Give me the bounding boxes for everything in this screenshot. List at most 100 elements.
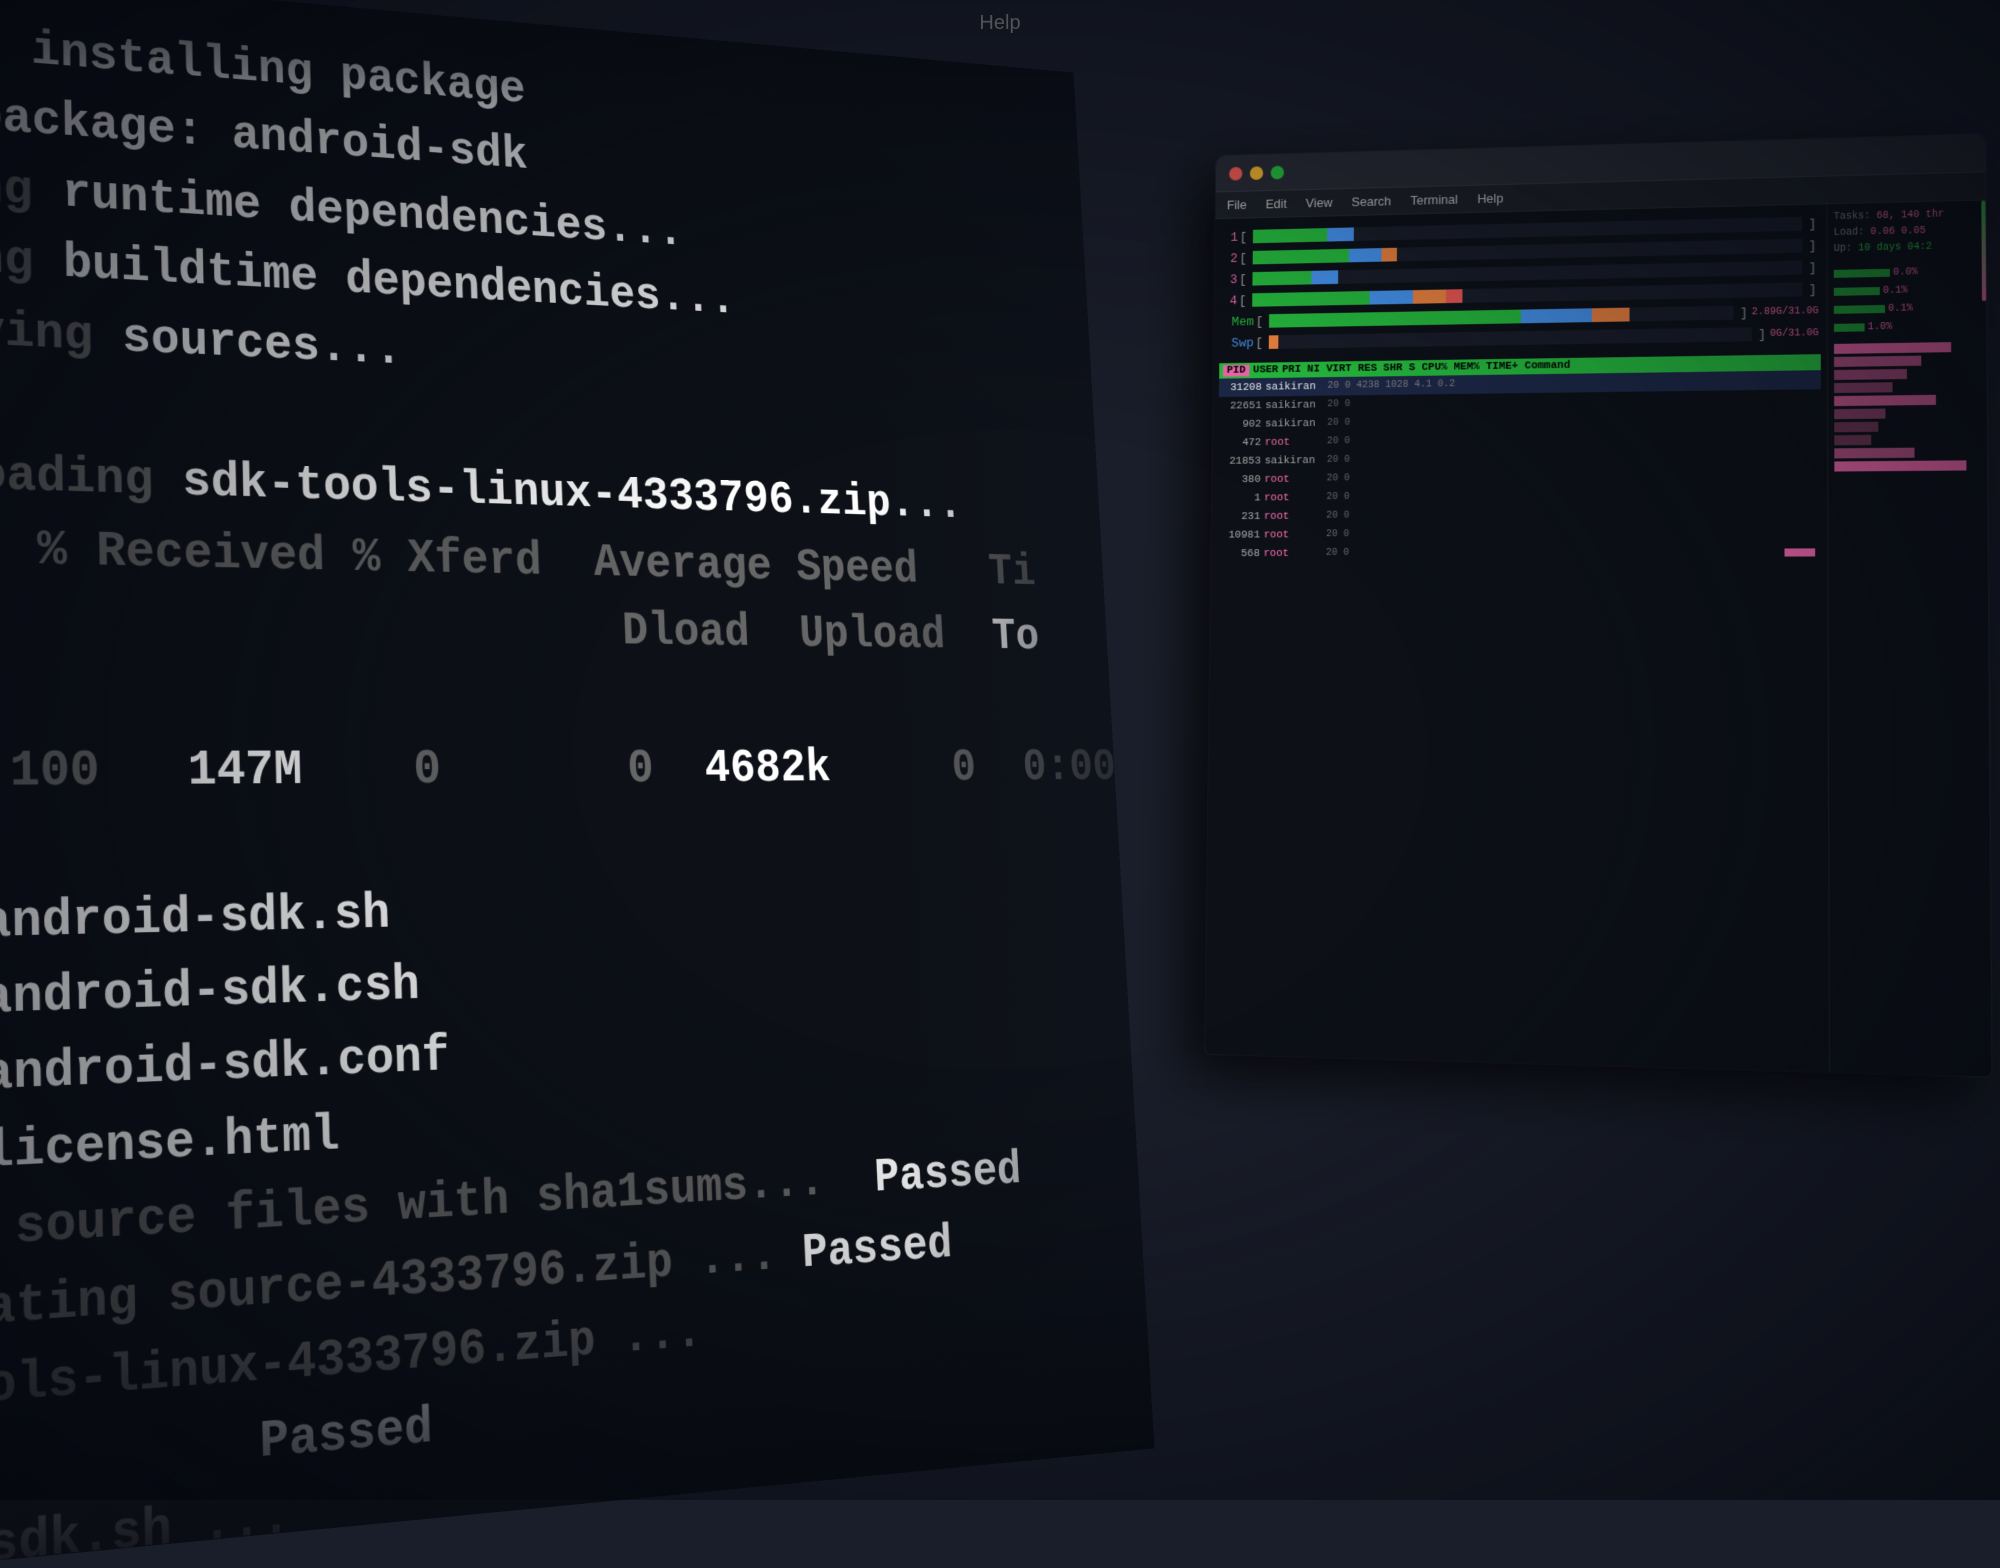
proc-row-568: 568 root 20 0 [1217, 542, 1821, 563]
proc-21853-user: saikiran [1265, 455, 1327, 467]
mini-bar-val-2: 0.1% [1883, 285, 1908, 297]
help-menu-label: Help [979, 12, 1020, 35]
proc-231-pid: 231 [1221, 511, 1264, 523]
cpu2-bracket-close: ] [1808, 238, 1816, 253]
proc-accent-10 [1834, 460, 1966, 471]
cpu2-bracket-open: [ [1239, 251, 1247, 266]
mini-bar-fill-3 [1834, 305, 1885, 314]
mini-bar-val-3: 0.1% [1888, 303, 1913, 314]
proc-1-nums: 20 0 [1326, 489, 1817, 503]
proc-accent-1 [1834, 342, 1951, 354]
proc-21853-nums: 20 0 [1327, 451, 1817, 466]
maximize-button[interactable] [1271, 165, 1284, 179]
swp-bracket-open: [ [1255, 335, 1263, 350]
mem-bracket-open: [ [1256, 314, 1264, 329]
terminal-content-area: 1 [ ] 2 [ ] 3 [ [1205, 200, 1991, 1076]
proc-10981-pid: 10981 [1221, 529, 1264, 541]
cpu4-bracket-open: [ [1239, 293, 1247, 308]
background-terminal: installing package package: android-sdk … [0, 0, 1154, 1567]
mem-value: 2.89G/31.0G [1752, 306, 1819, 318]
load-value: 0.06 0.05 [1870, 226, 1925, 238]
proc-22651-pid: 22651 [1222, 400, 1265, 412]
cpu1-label: 1 [1223, 230, 1238, 245]
proc-accent-7 [1834, 422, 1878, 433]
proc-accent-9 [1834, 448, 1914, 459]
mini-bar-3: 0.1% [1834, 299, 1980, 318]
mini-bar-1: 0.0% [1834, 263, 1980, 282]
menu-help[interactable]: Help [1477, 191, 1503, 206]
proc-22651-user: saikiran [1265, 399, 1327, 411]
tasks-value: 68, 140 thr [1876, 209, 1944, 222]
proc-902-nums: 20 0 [1327, 412, 1817, 428]
cpu3-label: 3 [1222, 272, 1237, 287]
foreground-terminal: File Edit View Search Terminal Help 1 [ … [1205, 134, 1991, 1076]
proc-accent-8 [1834, 435, 1870, 445]
uptime-value: 10 days 04:2 [1858, 242, 1932, 255]
swp-bar [1269, 327, 1752, 349]
menu-view[interactable]: View [1306, 195, 1333, 210]
proc-568-nums: 20 0 [1326, 546, 1785, 558]
proc-380-pid: 380 [1222, 474, 1265, 486]
stat-uptime: Up: 10 days 04:2 [1834, 239, 1980, 258]
proc-380-nums: 20 0 [1327, 470, 1817, 485]
minimize-button[interactable] [1250, 166, 1263, 180]
htop-content: 1 [ ] 2 [ ] 3 [ [1205, 204, 1829, 1072]
menu-terminal[interactable]: Terminal [1410, 192, 1458, 208]
mini-bar-fill-1 [1834, 269, 1890, 278]
proc-31208-pid: 31208 [1223, 381, 1266, 393]
proc-472-user: root [1265, 436, 1327, 448]
proc-accent-6 [1834, 409, 1885, 420]
col-user: USER [1253, 364, 1278, 376]
mini-bar-fill-2 [1834, 287, 1880, 296]
proc-568-user: root [1264, 547, 1326, 559]
cpu1-bracket-open: [ [1240, 229, 1248, 244]
mem-label: Mem [1222, 314, 1254, 329]
bg-terminal-text: installing package package: android-sdk … [0, 10, 1126, 1567]
swp-bracket-close: ] [1758, 327, 1766, 342]
cpu4-label: 4 [1222, 293, 1237, 308]
proc-accent-2 [1834, 356, 1921, 367]
proc-231-nums: 20 0 [1326, 508, 1817, 522]
proc-472-pid: 472 [1222, 437, 1265, 449]
proc-bar-accents [1834, 342, 1981, 475]
proc-31208-nums: 20 0 4238 1028 4.1 0.2 [1327, 374, 1816, 392]
mini-bar-fill-4 [1834, 323, 1865, 332]
mini-bar-4: 1.0% [1834, 317, 1980, 336]
proc-231-user: root [1264, 510, 1326, 522]
proc-568-bar [1785, 548, 1816, 556]
proc-31208-user: saikiran [1265, 381, 1327, 393]
cpu1-bracket-close: ] [1808, 216, 1816, 231]
proc-1-pid: 1 [1221, 492, 1264, 504]
proc-568-pid: 568 [1221, 548, 1264, 560]
proc-row-10981: 10981 root 20 0 [1217, 523, 1821, 544]
col-pid: PID [1223, 365, 1249, 377]
mini-process-bars: 0.0% 0.1% 0.1% 1.0% [1834, 263, 1980, 338]
cpu3-bracket-open: [ [1239, 272, 1247, 287]
menu-search[interactable]: Search [1352, 194, 1392, 209]
proc-accent-4 [1834, 382, 1892, 393]
proc-472-nums: 20 0 [1327, 431, 1817, 447]
proc-10981-user: root [1264, 529, 1326, 541]
menu-file[interactable]: File [1227, 197, 1247, 212]
proc-10981-nums: 20 0 [1326, 527, 1817, 540]
mini-bar-val-1: 0.0% [1893, 267, 1918, 279]
scrollbar-accent [1981, 200, 1986, 301]
menu-edit[interactable]: Edit [1265, 196, 1286, 211]
right-stats-panel: Tasks: 68, 140 thr Load: 0.06 0.05 Up: 1… [1826, 200, 1991, 1076]
cpu2-label: 2 [1222, 251, 1237, 266]
cpu3-bracket-close: ] [1809, 260, 1817, 275]
proc-380-user: root [1264, 473, 1326, 485]
swp-value: 0G/31.0G [1770, 328, 1819, 340]
proc-902-pid: 902 [1222, 418, 1265, 430]
proc-21853-pid: 21853 [1222, 455, 1265, 467]
mem-bracket-close: ] [1740, 305, 1748, 320]
swp-label: Swp [1221, 335, 1253, 350]
proc-accent-5 [1834, 395, 1936, 406]
mini-bar-2: 0.1% [1834, 281, 1980, 300]
proc-22651-nums: 20 0 [1327, 393, 1817, 410]
mini-bar-val-4: 1.0% [1868, 321, 1893, 332]
close-button[interactable] [1229, 166, 1242, 180]
proc-902-user: saikiran [1265, 418, 1327, 430]
cpu4-bracket-close: ] [1809, 282, 1817, 297]
proc-1-user: root [1264, 492, 1326, 504]
